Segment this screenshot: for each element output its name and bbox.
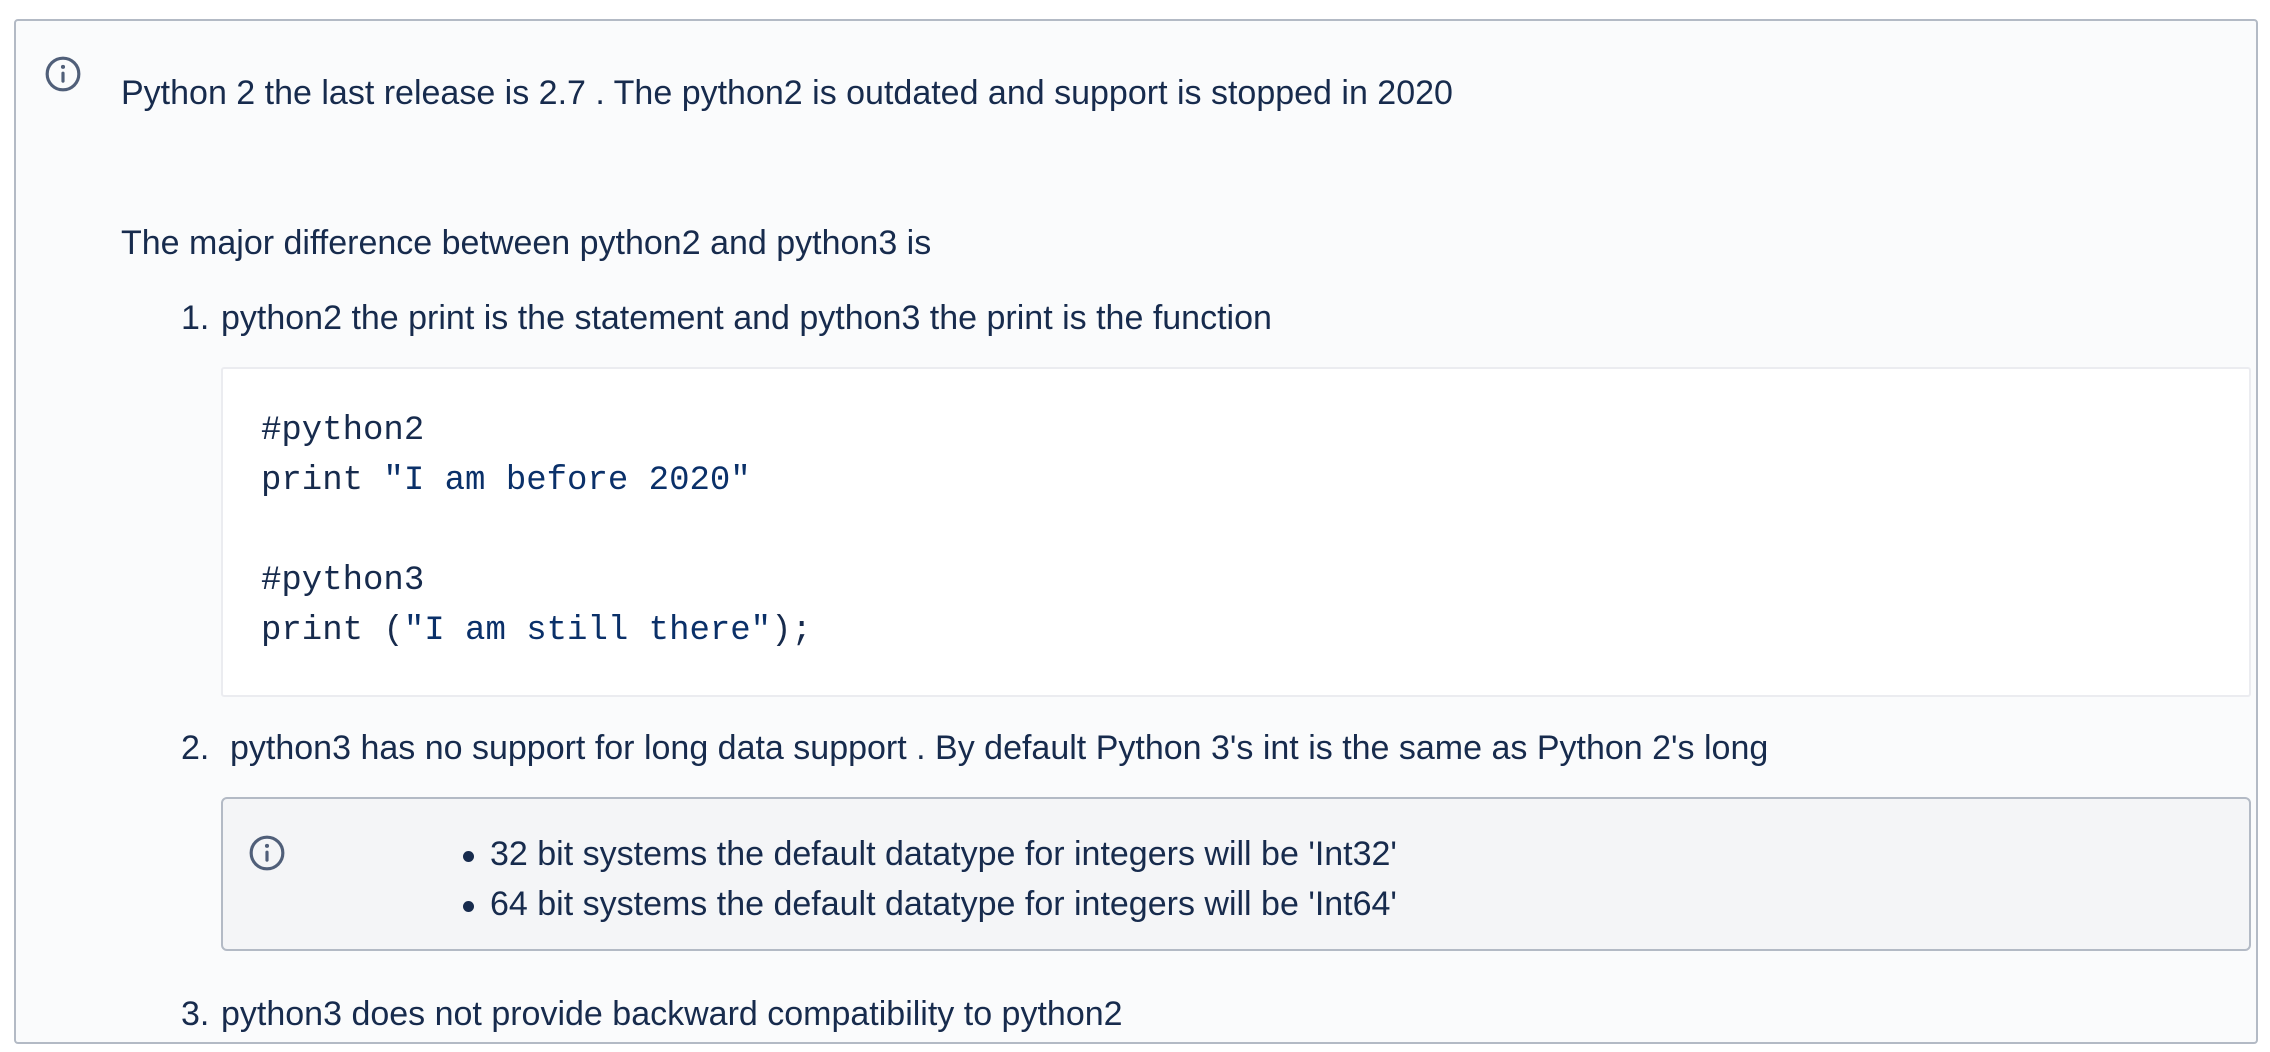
list-item-text: python3 has no support for long data sup… — [230, 729, 1769, 767]
bullet-item: 32 bit systems the default datatype for … — [490, 835, 1397, 873]
list-item-text: python2 the print is the statement and p… — [221, 299, 1272, 337]
bullet-dot — [463, 901, 474, 912]
code-line: #python2 — [261, 412, 425, 450]
bullet-item: 64 bit systems the default datatype for … — [490, 885, 1397, 923]
code-line: print ("I am still there"); — [261, 612, 812, 650]
list-item-text: python3 does not provide backward compat… — [221, 995, 1123, 1033]
info-note: 32 bit systems the default datatype for … — [221, 797, 2251, 951]
intro-text: Python 2 the last release is 2.7 . The p… — [121, 74, 1453, 112]
info-icon — [45, 56, 81, 92]
major-difference-text: The major difference between python2 and… — [121, 224, 932, 262]
code-block[interactable]: #python2 print "I am before 2020" #pytho… — [221, 367, 2251, 697]
list-item-number: 1. — [181, 299, 210, 337]
code-line: #python3 — [261, 562, 425, 600]
code-line: print "I am before 2020" — [261, 462, 751, 500]
list-item-number: 2. — [181, 729, 210, 767]
info-icon — [249, 835, 285, 871]
info-panel: Python 2 the last release is 2.7 . The p… — [14, 19, 2258, 1044]
bullet-dot — [463, 851, 474, 862]
list-item-number: 3. — [181, 995, 210, 1033]
